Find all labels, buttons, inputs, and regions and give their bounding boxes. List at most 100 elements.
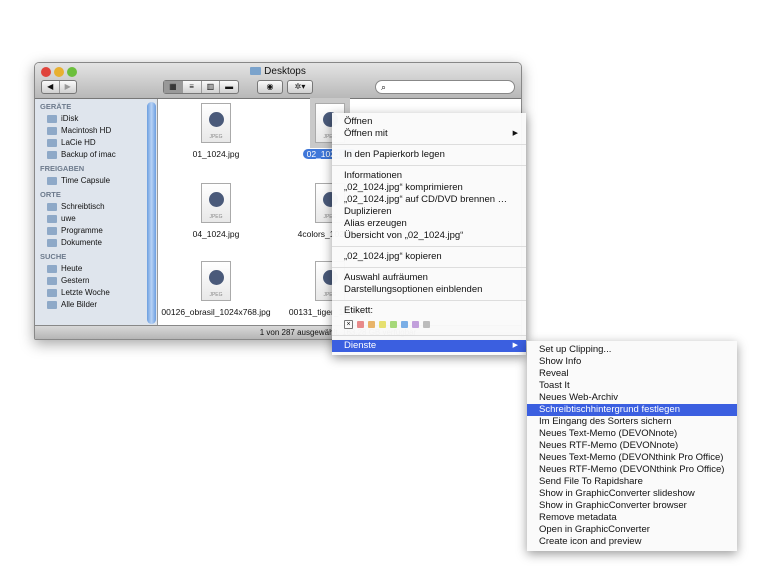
- service-item[interactable]: Send File To Rapidshare: [527, 476, 737, 488]
- label-color-swatch[interactable]: [423, 320, 430, 328]
- service-item[interactable]: Neues Web-Archiv: [527, 392, 737, 404]
- service-item[interactable]: Reveal: [527, 368, 737, 380]
- service-item[interactable]: Neues Text-Memo (DEVONnote): [527, 428, 737, 440]
- label-color-swatch[interactable]: [357, 320, 364, 328]
- back-icon[interactable]: ◀: [42, 81, 60, 93]
- menu-item[interactable]: „02_1024.jpg“ komprimieren: [332, 182, 526, 194]
- forward-icon[interactable]: ▶: [60, 81, 77, 93]
- menu-item[interactable]: „02_1024.jpg“ kopieren: [332, 251, 526, 263]
- menu-item[interactable]: „02_1024.jpg“ auf CD/DVD brennen …: [332, 194, 526, 206]
- sidebar-item[interactable]: Letzte Woche: [35, 287, 157, 299]
- sidebar-item[interactable]: Programme: [35, 225, 157, 237]
- item-icon: [47, 127, 57, 135]
- services-submenu: Set up Clipping... Show Info Reveal Toast I…: [527, 341, 737, 551]
- sidebar-section-header[interactable]: FREIGABEN: [35, 163, 157, 175]
- sidebar-section-header[interactable]: ORTE: [35, 189, 157, 201]
- service-item[interactable]: Create icon and preview: [527, 536, 737, 548]
- sidebar-item[interactable]: Dokumente: [35, 237, 157, 249]
- menu-item[interactable]: In den Papierkorb legen: [332, 149, 526, 161]
- view-switcher[interactable]: ▦ ≡ ▥ ▬: [163, 80, 239, 94]
- search-input[interactable]: ⌕: [375, 80, 515, 94]
- coverflow-view-icon[interactable]: ▬: [220, 81, 238, 93]
- item-icon: [47, 289, 57, 297]
- label-colors: ×: [332, 317, 526, 331]
- service-item[interactable]: Show in GraphicConverter browser: [527, 500, 737, 512]
- menu-item[interactable]: Alias erzeugen: [332, 218, 526, 230]
- menu-item[interactable]: Duplizieren: [332, 206, 526, 218]
- service-item[interactable]: Schreibtischhintergrund festlegen: [527, 404, 737, 416]
- sidebar-item-label: Programme: [61, 226, 103, 235]
- no-label-button[interactable]: ×: [344, 319, 353, 329]
- item-icon: [47, 203, 57, 211]
- sidebar-item-label: Schreibtisch: [61, 202, 105, 211]
- sidebar-item[interactable]: Alle Bilder: [35, 299, 157, 311]
- label-color-swatch[interactable]: [390, 320, 397, 328]
- preview-icon: [209, 270, 224, 285]
- quicklook-button[interactable]: ◉: [257, 80, 283, 94]
- menu-item-label: Alias erzeugen: [344, 218, 407, 229]
- menu-item-label: Informationen: [344, 170, 403, 181]
- menu-item[interactable]: Übersicht von „02_1024.jpg“: [332, 230, 526, 242]
- gear-icon[interactable]: ✲▾: [288, 81, 312, 93]
- file-name: 01_1024.jpg: [192, 149, 240, 159]
- sidebar-item[interactable]: iDisk: [35, 113, 157, 125]
- menu-item-dienste[interactable]: Dienste ▶: [332, 340, 526, 352]
- sidebar-item[interactable]: Time Capsule: [35, 175, 157, 187]
- menu-item[interactable]: Öffnen mit ▶: [332, 128, 526, 140]
- eye-icon[interactable]: ◉: [258, 81, 282, 93]
- menu-item[interactable]: Darstellungsoptionen einblenden: [332, 284, 526, 296]
- item-icon: [47, 277, 57, 285]
- sidebar-item[interactable]: Heute: [35, 263, 157, 275]
- menu-item[interactable]: Auswahl aufräumen: [332, 272, 526, 284]
- menu-separator: [332, 300, 526, 301]
- menu-item-label: Auswahl aufräumen: [344, 272, 428, 283]
- file-name: 04_1024.jpg: [192, 229, 240, 239]
- sidebar-item-label: Letzte Woche: [61, 288, 110, 297]
- menu-item[interactable]: Öffnen: [332, 116, 526, 128]
- sidebar-item-label: Time Capsule: [61, 176, 111, 185]
- icon-view-icon[interactable]: ▦: [164, 81, 183, 93]
- file-item[interactable]: 00126_obrasil_1024x768.jpg: [161, 261, 271, 317]
- service-item[interactable]: Show Info: [527, 356, 737, 368]
- service-item[interactable]: Neues RTF-Memo (DEVONthink Pro Office): [527, 464, 737, 476]
- sidebar-item-label: Dokumente: [61, 238, 102, 247]
- label-color-swatch[interactable]: [379, 320, 386, 328]
- label-color-swatch[interactable]: [412, 320, 419, 328]
- sidebar-section-header[interactable]: SUCHE: [35, 251, 157, 263]
- jpeg-file-icon: [201, 261, 231, 301]
- preview-icon: [209, 192, 224, 207]
- back-forward-buttons[interactable]: ◀ ▶: [41, 80, 77, 94]
- label-color-swatch[interactable]: [401, 320, 408, 328]
- sidebar-scrollbar[interactable]: [147, 102, 156, 324]
- sidebar-item-label: Heute: [61, 264, 83, 273]
- sidebar-item[interactable]: Gestern: [35, 275, 157, 287]
- item-icon: [47, 265, 57, 273]
- menu-item-label: In den Papierkorb legen: [344, 149, 445, 160]
- list-view-icon[interactable]: ≡: [183, 81, 202, 93]
- file-item[interactable]: 01_1024.jpg: [161, 103, 271, 159]
- service-item[interactable]: Remove metadata: [527, 512, 737, 524]
- submenu-arrow-icon: ▶: [512, 130, 518, 137]
- menu-separator: [332, 165, 526, 166]
- file-item[interactable]: 04_1024.jpg: [161, 183, 271, 239]
- service-item[interactable]: Open in GraphicConverter: [527, 524, 737, 536]
- sidebar-item[interactable]: Macintosh HD: [35, 125, 157, 137]
- sidebar-item[interactable]: Backup of imac: [35, 149, 157, 161]
- service-item[interactable]: Show in GraphicConverter slideshow: [527, 488, 737, 500]
- menu-item[interactable]: Informationen: [332, 170, 526, 182]
- service-item[interactable]: Toast It: [527, 380, 737, 392]
- sidebar-section-header[interactable]: GERÄTE: [35, 101, 157, 113]
- menu-item-label: „02_1024.jpg“ komprimieren: [344, 182, 463, 193]
- service-item[interactable]: Neues Text-Memo (DEVONthink Pro Office): [527, 452, 737, 464]
- label-color-swatch[interactable]: [368, 320, 375, 328]
- sidebar-item-label: iDisk: [61, 114, 79, 123]
- sidebar-item[interactable]: LaCie HD: [35, 137, 157, 149]
- column-view-icon[interactable]: ▥: [202, 81, 221, 93]
- sidebar-item-label: LaCie HD: [61, 138, 96, 147]
- service-item[interactable]: Set up Clipping...: [527, 344, 737, 356]
- action-button[interactable]: ✲▾: [287, 80, 313, 94]
- sidebar-item[interactable]: uwe: [35, 213, 157, 225]
- service-item[interactable]: Neues RTF-Memo (DEVONnote): [527, 440, 737, 452]
- sidebar-item[interactable]: Schreibtisch: [35, 201, 157, 213]
- service-item[interactable]: Im Eingang des Sorters sichern: [527, 416, 737, 428]
